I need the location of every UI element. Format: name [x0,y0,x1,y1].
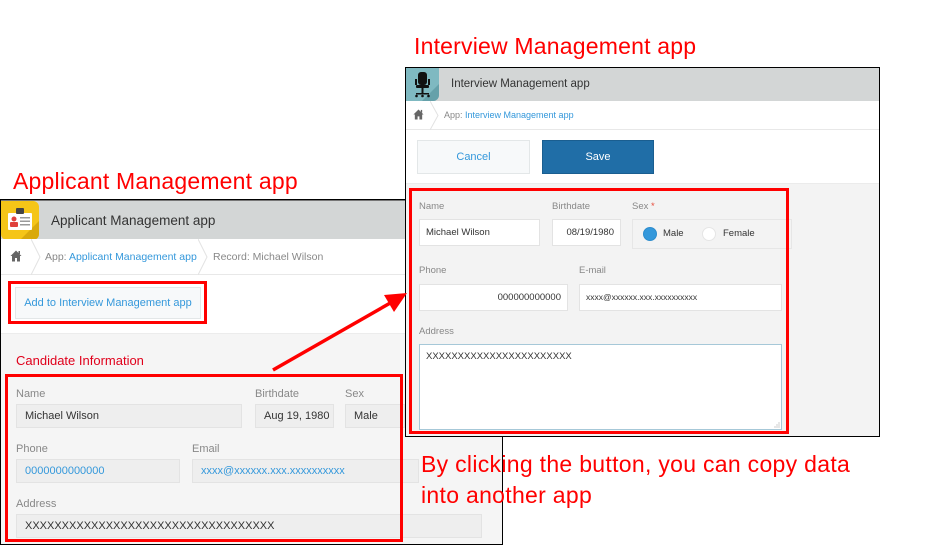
breadcrumb-app-prefix: App: [45,251,69,263]
radio-male-label[interactable]: Male [663,228,684,239]
breadcrumb-separator [430,101,439,130]
name-label: Name [419,201,445,212]
breadcrumb-separator [31,239,41,275]
applicant-app-annotation-title: Applicant Management app [13,168,298,194]
interview-app-window: Interview Management app App: Interview … [405,67,880,437]
caption-line-2: into another app [421,482,593,508]
sex-label: Sex [345,388,364,400]
sex-value: Male [345,404,405,428]
address-text: XXXXXXXXXXXXXXXXXXXXXXX [426,351,572,362]
app-header: Interview Management app [406,68,879,101]
address-textarea[interactable]: XXXXXXXXXXXXXXXXXXXXXXX [419,344,782,430]
breadcrumb-separator [198,239,208,275]
birthdate-value: Aug 19, 1980 [255,404,334,428]
required-mark: * [651,201,655,212]
breadcrumb: App: Interview Management app [406,101,879,130]
app-title: Applicant Management app [51,213,216,228]
phone-input[interactable]: 000000000000 [419,284,568,311]
email-label: E-mail [579,265,606,276]
phone-value[interactable]: 0000000000000 [16,459,180,483]
section-title: Candidate Information [16,353,144,368]
sex-label-text: Sex [632,201,649,212]
office-chair-icon [406,68,439,101]
birthdate-label: Birthdate [552,201,591,212]
name-label: Name [16,388,46,400]
id-badge-icon [1,201,39,240]
address-label: Address [16,498,57,510]
home-icon[interactable] [10,250,22,262]
breadcrumb-app-prefix: App: [444,110,466,120]
sex-radio-group: Male Female [632,219,792,249]
edit-toolbar: Cancel Save [406,130,879,184]
radio-female-label[interactable]: Female [723,228,755,239]
breadcrumb-app: App: Interview Management app [444,110,574,120]
radio-male[interactable] [643,227,657,241]
interview-app-annotation-title: Interview Management app [414,33,697,59]
caption: By clicking the button, you can copy dat… [421,449,850,511]
phone-label: Phone [16,443,48,455]
breadcrumb-app-link[interactable]: Interview Management app [465,110,574,120]
breadcrumb-app-link[interactable]: Applicant Management app [69,251,197,263]
email-input[interactable]: xxxx@xxxxxx.xxx.xxxxxxxxxx [579,284,782,311]
name-value: Michael Wilson [16,404,242,428]
resize-grip-icon[interactable] [773,421,780,428]
name-input[interactable]: Michael Wilson [419,219,540,246]
home-icon[interactable] [413,109,424,120]
email-label: Email [192,443,220,455]
address-label: Address [419,326,454,337]
birthdate-input[interactable]: 08/19/1980 [552,219,621,246]
email-value[interactable]: xxxx@xxxxxx.xxx.xxxxxxxxxx [192,459,419,483]
save-button[interactable]: Save [542,140,654,174]
sex-label: Sex * [632,201,655,212]
breadcrumb-record: Record: Michael Wilson [213,251,324,263]
app-title: Interview Management app [451,78,590,90]
birthdate-label: Birthdate [255,388,300,400]
caption-line-1: By clicking the button, you can copy dat… [421,451,851,477]
breadcrumb-app: App: Applicant Management app [45,251,197,263]
address-value: XXXXXXXXXXXXXXXXXXXXXXXXXXXXXXXXXX [16,514,482,538]
cancel-button[interactable]: Cancel [417,140,530,174]
add-to-interview-app-button[interactable]: Add to Interview Management app [15,287,201,319]
phone-label: Phone [419,265,447,276]
radio-female[interactable] [702,227,716,241]
